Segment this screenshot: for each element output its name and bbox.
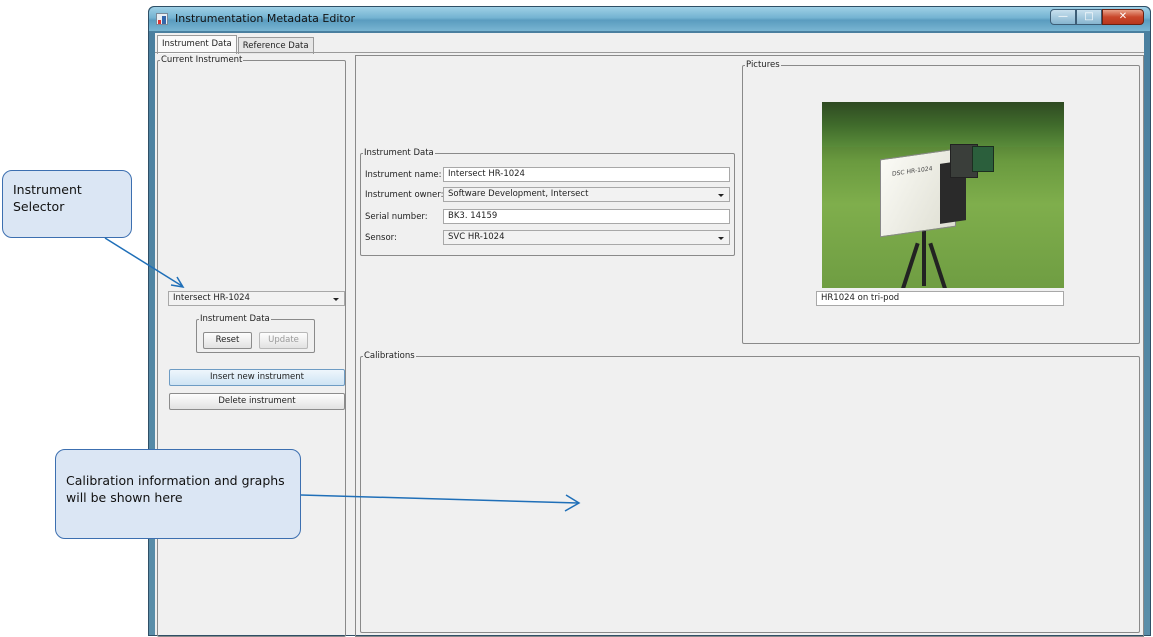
selector-arrow-line	[104, 237, 183, 287]
callout-arrows	[104, 237, 581, 512]
calibration-arrow-line	[300, 494, 579, 504]
